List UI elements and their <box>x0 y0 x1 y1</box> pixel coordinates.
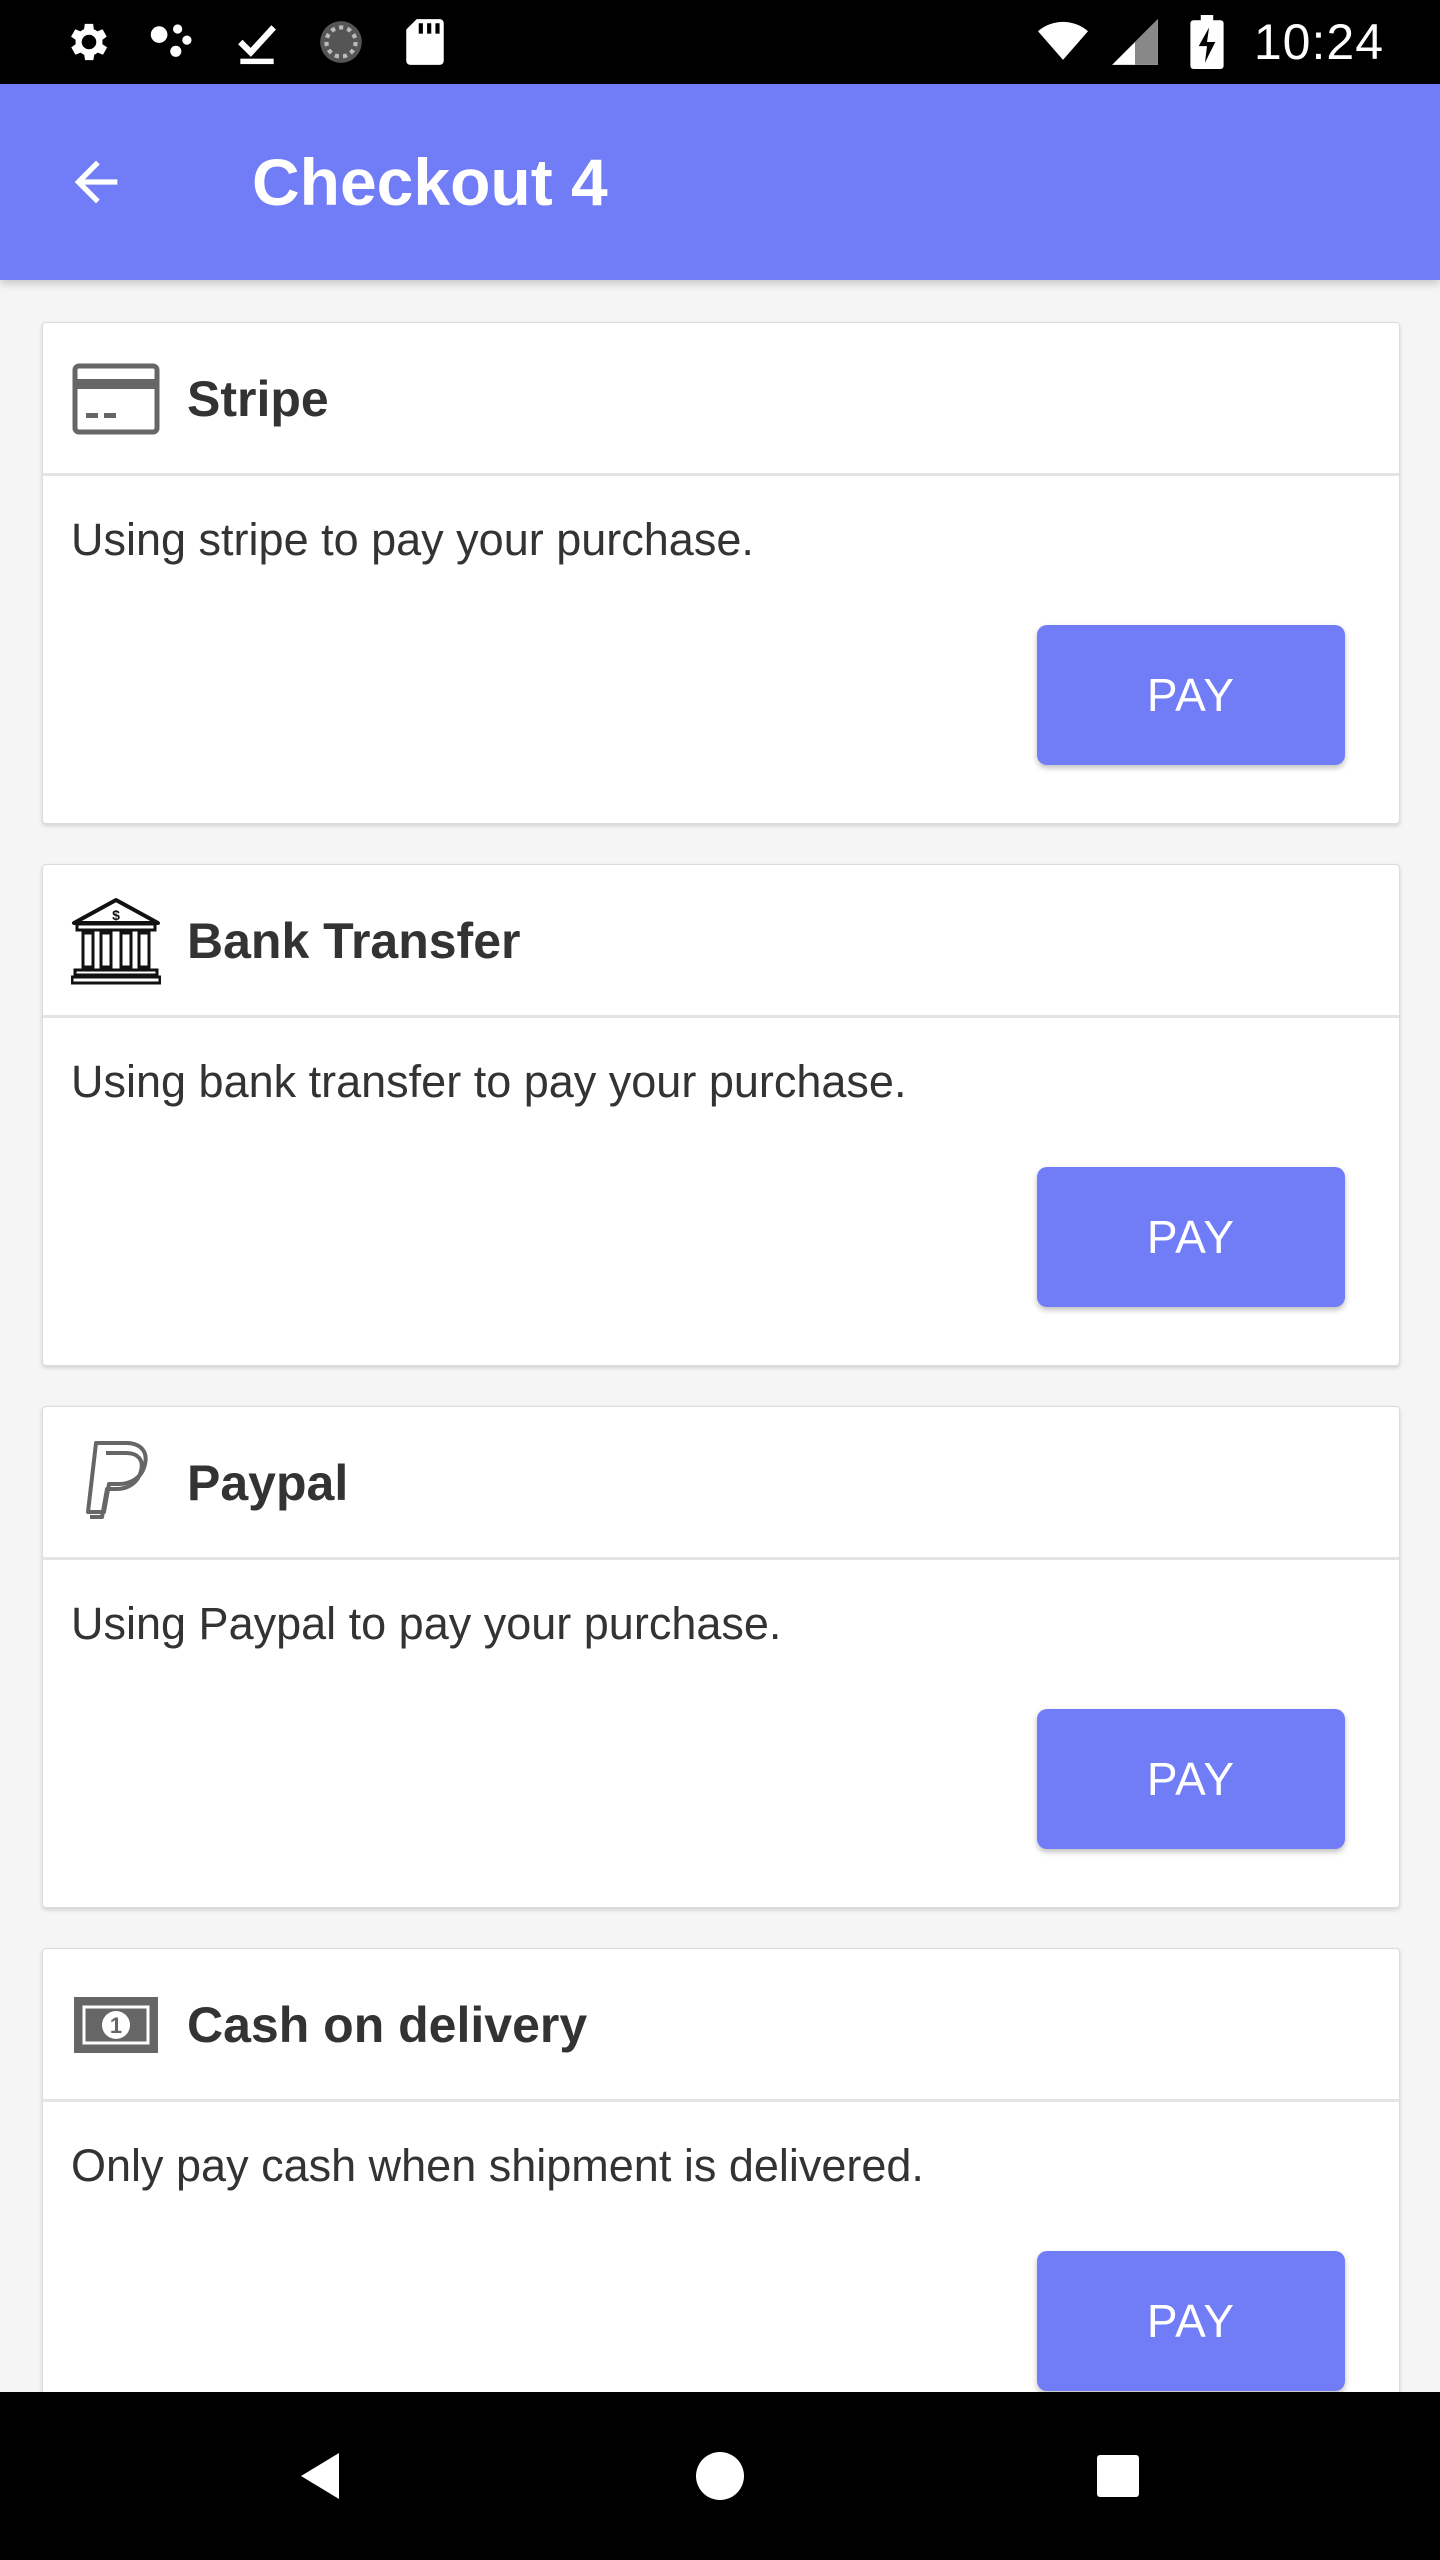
pay-button-bank-transfer[interactable]: PAY <box>1037 1167 1345 1307</box>
pay-button-cash-on-delivery[interactable]: PAY <box>1037 2251 1345 2391</box>
notification-icons <box>64 14 450 70</box>
sd-card-icon <box>400 17 450 67</box>
credit-card-icon <box>71 355 161 443</box>
card-description: Using bank transfer to pay your purchase… <box>71 1056 907 1107</box>
sync-icon <box>316 17 366 67</box>
card-description: Only pay cash when shipment is delivered… <box>71 2140 924 2191</box>
back-button[interactable] <box>56 142 136 222</box>
home-circle-icon <box>696 2452 744 2500</box>
nav-recents-button[interactable] <box>1078 2436 1158 2516</box>
cellular-signal-icon <box>1110 17 1160 67</box>
page-title: Checkout 4 <box>252 145 608 219</box>
payment-card-paypal: Paypal Using Paypal to pay your purchase… <box>42 1406 1400 1908</box>
bank-icon: $ <box>71 897 161 985</box>
payment-methods-list: Stripe Using stripe to pay your purchase… <box>0 280 1440 2392</box>
battery-charging-icon <box>1182 15 1232 69</box>
card-header: 1 Cash on delivery <box>43 1949 1399 2102</box>
back-triangle-icon <box>301 2453 339 2499</box>
card-title: Paypal <box>187 1455 349 1511</box>
payment-card-bank-transfer: $ Bank Transfer Using bank transfer to p… <box>42 864 1400 1366</box>
svg-text:$: $ <box>112 907 120 923</box>
card-header: Stripe <box>43 323 1399 476</box>
wifi-icon <box>1037 17 1088 67</box>
recents-square-icon <box>1097 2455 1139 2497</box>
card-description: Using stripe to pay your purchase. <box>71 514 754 565</box>
cash-icon: 1 <box>71 1981 161 2069</box>
pay-button-stripe[interactable]: PAY <box>1037 625 1345 765</box>
download-done-icon <box>232 17 282 67</box>
nav-back-button[interactable] <box>282 2436 362 2516</box>
card-title: Bank Transfer <box>187 913 521 969</box>
app-bar: Checkout 4 <box>0 84 1440 280</box>
clock: 10:24 <box>1253 14 1384 70</box>
card-header: $ Bank Transfer <box>43 865 1399 1018</box>
system-icons: 10:24 <box>1037 14 1384 70</box>
status-bar: 10:24 <box>0 0 1440 84</box>
card-title: Stripe <box>187 371 329 427</box>
arrow-back-icon <box>74 160 118 204</box>
svg-text:1: 1 <box>110 2013 122 2038</box>
payment-card-cash-on-delivery: 1 Cash on delivery Only pay cash when sh… <box>42 1948 1400 2392</box>
payment-card-stripe: Stripe Using stripe to pay your purchase… <box>42 322 1400 824</box>
paypal-icon <box>71 1439 161 1527</box>
assistant-icon <box>148 17 198 67</box>
nav-home-button[interactable] <box>680 2436 760 2516</box>
card-description: Using Paypal to pay your purchase. <box>71 1598 782 1649</box>
card-header: Paypal <box>43 1407 1399 1560</box>
settings-icon <box>64 17 114 67</box>
navigation-bar <box>0 2392 1440 2560</box>
card-title: Cash on delivery <box>187 1997 588 2053</box>
pay-button-paypal[interactable]: PAY <box>1037 1709 1345 1849</box>
